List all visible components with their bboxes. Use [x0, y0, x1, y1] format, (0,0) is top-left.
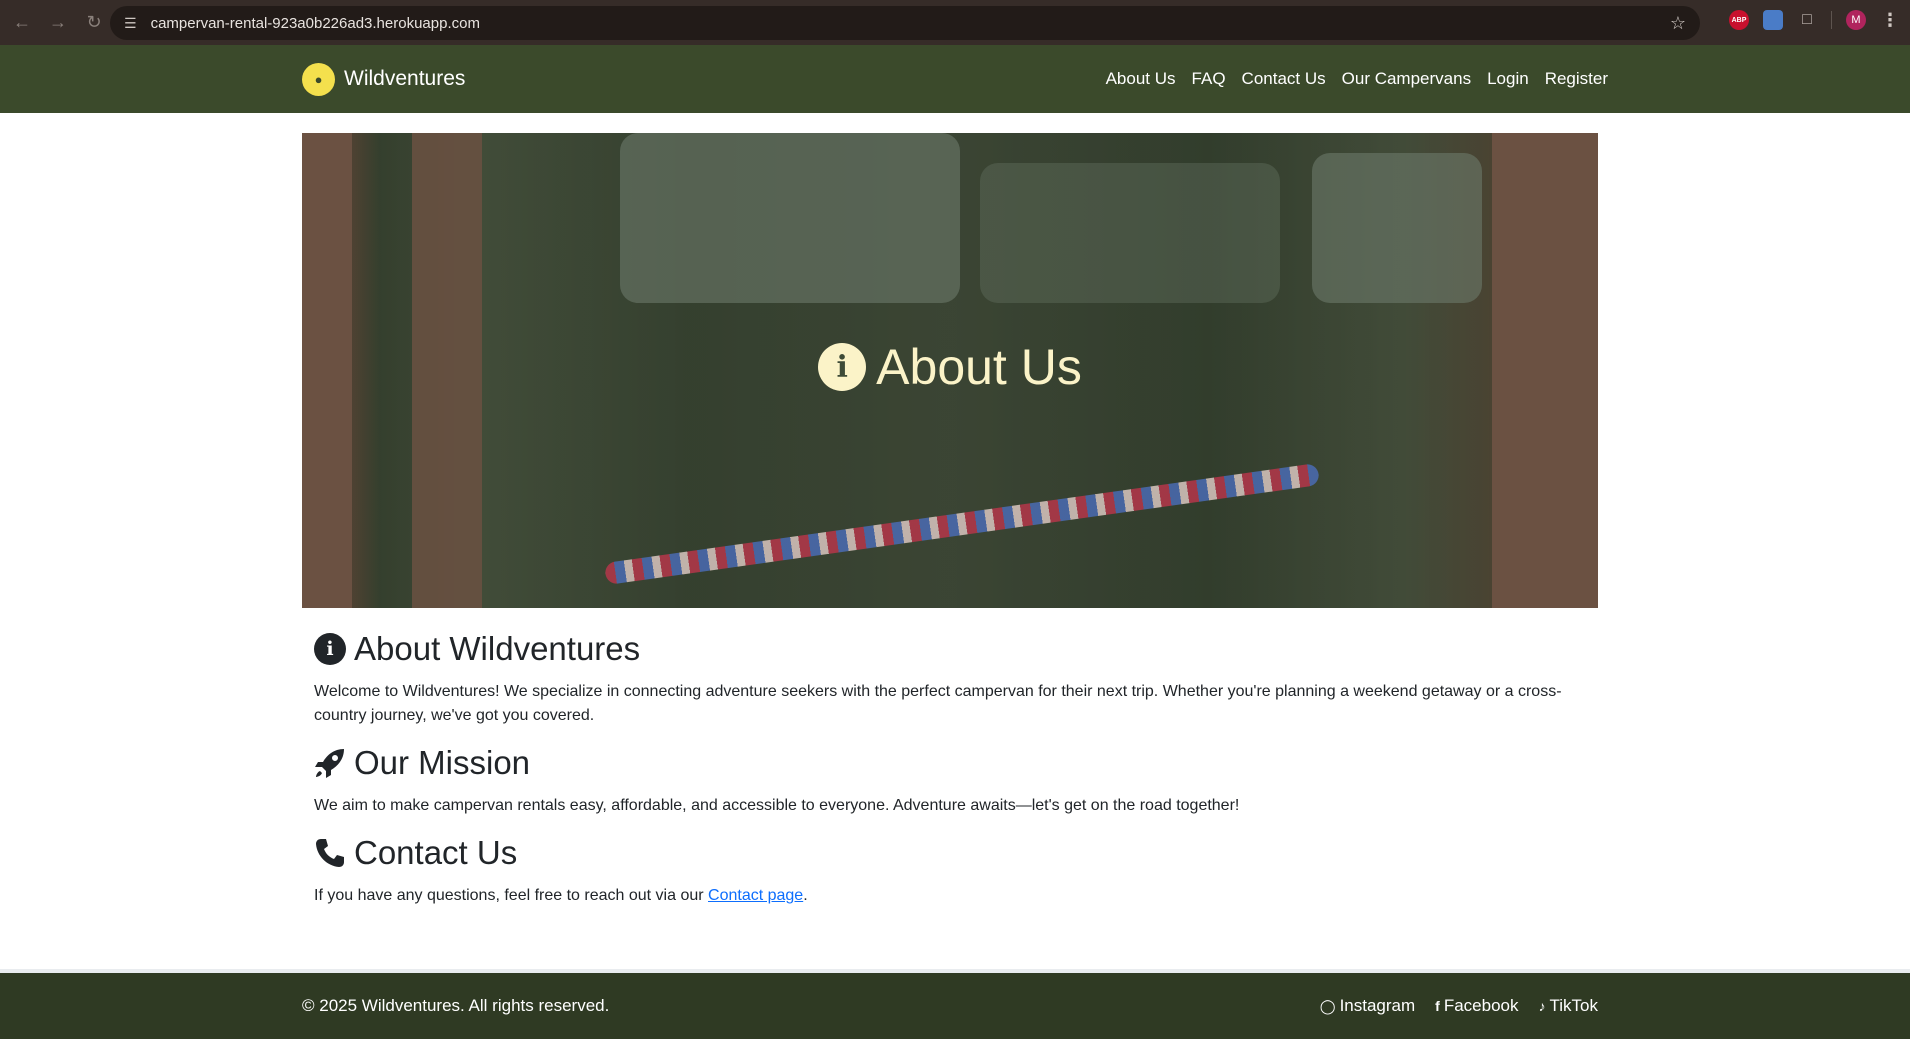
site-info-icon[interactable]: ☰ — [124, 15, 137, 32]
contact-text-after: . — [803, 887, 808, 904]
contact-page-link[interactable]: Contact page — [708, 887, 803, 904]
info-icon: i — [818, 343, 867, 391]
mission-section: Our Mission We aim to make campervan ren… — [314, 744, 1586, 818]
nav-link-register[interactable]: Register — [1545, 69, 1608, 89]
section-heading: Contact Us — [314, 834, 1586, 872]
copyright-text: © 2025 Wildventures. All rights reserved… — [302, 996, 610, 1015]
browser-toolbar: ← → ↻ ☰ campervan-rental-923a0b226ad3.he… — [0, 0, 1910, 45]
toolbar-divider — [1831, 11, 1832, 29]
campervan-logo-icon: ● — [302, 62, 335, 96]
nav-links: About Us FAQ Contact Us Our Campervans L… — [1106, 69, 1608, 89]
image-extension-icon[interactable] — [1763, 10, 1783, 30]
about-section: i About Wildventures Welcome to Wildvent… — [314, 630, 1586, 728]
hero-title: i About Us — [302, 338, 1598, 396]
section-title-about: About Wildventures — [354, 630, 641, 667]
phone-icon — [314, 837, 346, 869]
brand-link[interactable]: ● Wildventures — [302, 62, 466, 96]
instagram-icon: ◯ — [1319, 997, 1336, 1014]
tiktok-icon: ♪ — [1538, 998, 1546, 1014]
forward-icon[interactable]: → — [44, 9, 72, 37]
bookmark-star-icon[interactable]: ☆ — [1670, 13, 1686, 34]
hero-van-window — [980, 163, 1280, 303]
nav-link-campervans[interactable]: Our Campervans — [1342, 69, 1471, 89]
nav-link-about[interactable]: About Us — [1106, 69, 1176, 89]
site-navbar: ● Wildventures About Us FAQ Contact Us O… — [0, 45, 1910, 113]
reload-icon[interactable]: ↻ — [80, 9, 108, 37]
hero-banner: i About Us — [302, 133, 1598, 608]
extensions-area: ABP □ M ⋮ — [1729, 10, 1900, 30]
hero-hammock — [603, 463, 1321, 585]
instagram-link[interactable]: ◯ Instagram — [1320, 996, 1415, 1016]
instagram-label: Instagram — [1339, 996, 1416, 1015]
tiktok-link[interactable]: ♪ TikTok — [1539, 996, 1599, 1016]
facebook-link[interactable]: f Facebook — [1435, 996, 1518, 1016]
puzzle-icon[interactable]: □ — [1797, 10, 1817, 30]
section-text-about: Welcome to Wildventures! We specialize i… — [314, 683, 1562, 724]
hero-van-window — [620, 133, 960, 303]
section-heading: i About Wildventures — [314, 630, 1586, 668]
facebook-icon: f — [1435, 998, 1440, 1014]
adblock-icon[interactable]: ABP — [1729, 10, 1749, 30]
about-content: i About Wildventures Welcome to Wildvent… — [314, 630, 1586, 924]
profile-avatar[interactable]: M — [1846, 10, 1866, 30]
section-text-mission: We aim to make campervan rentals easy, a… — [314, 797, 1240, 814]
section-heading: Our Mission — [314, 744, 1586, 782]
tiktok-label: TikTok — [1549, 996, 1599, 1015]
info-circle-icon: i — [314, 633, 346, 665]
hero-title-text: About Us — [876, 339, 1082, 395]
facebook-label: Facebook — [1443, 996, 1519, 1015]
url-text[interactable]: campervan-rental-923a0b226ad3.herokuapp.… — [151, 15, 1670, 32]
contact-text-before: If you have any questions, feel free to … — [314, 887, 709, 904]
address-bar[interactable]: ☰ campervan-rental-923a0b226ad3.herokuap… — [110, 6, 1700, 40]
contact-section: Contact Us If you have any questions, fe… — [314, 834, 1586, 908]
back-icon[interactable]: ← — [8, 9, 36, 37]
site-footer: © 2025 Wildventures. All rights reserved… — [0, 969, 1910, 1039]
section-text-contact: If you have any questions, feel free to … — [314, 884, 1586, 908]
browser-menu-icon[interactable]: ⋮ — [1880, 10, 1900, 30]
nav-link-login[interactable]: Login — [1487, 69, 1529, 89]
hero-van-window — [1312, 153, 1482, 303]
nav-link-faq[interactable]: FAQ — [1192, 69, 1226, 89]
rocket-icon — [314, 747, 346, 779]
nav-link-contact[interactable]: Contact Us — [1242, 69, 1326, 89]
section-title-contact: Contact Us — [354, 834, 518, 871]
section-title-mission: Our Mission — [354, 744, 531, 781]
brand-name: Wildventures — [344, 67, 466, 90]
social-links: ◯ Instagram f Facebook ♪ TikTok — [1320, 996, 1598, 1016]
